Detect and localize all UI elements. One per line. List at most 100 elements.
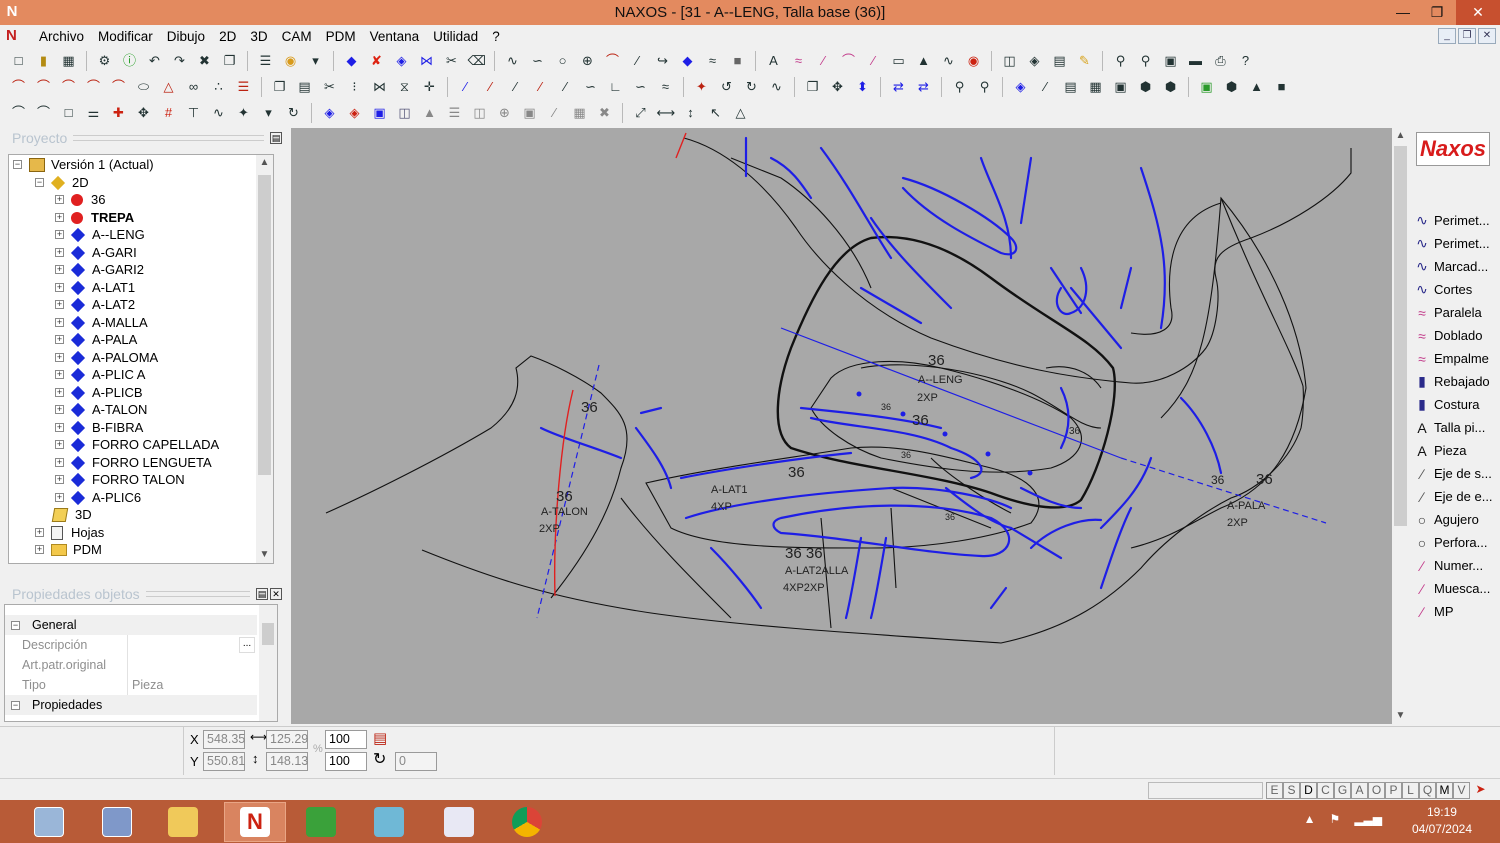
move-piece-icon[interactable]: ◈ <box>393 52 411 70</box>
expand-icon[interactable]: + <box>55 440 64 449</box>
copy-piece-icon[interactable]: ❐ <box>804 78 822 96</box>
collapse-icon[interactable]: − <box>13 160 22 169</box>
save-icon[interactable]: ▦ <box>60 52 78 70</box>
columns-icon[interactable]: ◫ <box>471 104 489 122</box>
taskbar-chrome[interactable] <box>496 802 558 842</box>
expand-icon[interactable]: + <box>55 318 64 327</box>
measure-tri-icon[interactable]: △ <box>732 104 750 122</box>
page-icon[interactable]: □ <box>60 104 78 122</box>
dots-icon[interactable]: ∴ <box>210 78 228 96</box>
scroll-thumb[interactable] <box>1394 146 1407 526</box>
undo-icon[interactable]: ↶ <box>146 52 164 70</box>
move-icon[interactable]: ✥ <box>135 104 153 122</box>
palette-eje-e[interactable]: ∕ Eje de e... <box>1412 485 1498 508</box>
expand-icon[interactable]: + <box>35 528 44 537</box>
palette-perimetro-2[interactable]: ∿ Perimet... <box>1412 232 1498 255</box>
pieces-3-icon[interactable]: ▣ <box>371 104 389 122</box>
target-icon[interactable]: ◉ <box>965 52 983 70</box>
tree-item[interactable]: + FORRO LENGUETA <box>55 454 212 471</box>
tree-item[interactable]: + A-PALA <box>55 331 137 348</box>
triangle-icon[interactable]: △ <box>160 78 178 96</box>
marker-icon[interactable]: ◈ <box>1012 78 1030 96</box>
line-b-icon[interactable]: ∕ <box>482 78 500 96</box>
circle-icon[interactable]: ○ <box>554 52 572 70</box>
menu-archivo[interactable]: Archivo <box>32 29 91 44</box>
signal-icon[interactable]: ▂▃▅ <box>1354 812 1382 826</box>
redo-icon[interactable]: ↷ <box>171 52 189 70</box>
status-flag-a[interactable]: A <box>1351 782 1368 799</box>
document-icon[interactable]: N <box>6 27 24 45</box>
tree-item[interactable]: + TREPA <box>55 209 134 226</box>
image-icon[interactable]: ▣ <box>1198 78 1216 96</box>
measure-angle-icon[interactable]: ↖ <box>707 104 725 122</box>
description-field[interactable] <box>127 635 257 655</box>
scroll-thumb[interactable] <box>258 175 271 475</box>
curve-icon[interactable]: ∽ <box>529 52 547 70</box>
ruler-icon[interactable]: ▬ <box>1187 52 1205 70</box>
edge-1-icon[interactable]: ⌒ <box>10 104 28 122</box>
width-field[interactable]: 125.29 <box>266 730 308 749</box>
status-flag-g[interactable]: G <box>1334 782 1351 799</box>
menu-cam[interactable]: CAM <box>275 29 319 44</box>
draw-arc-2-icon[interactable]: ⌒ <box>35 78 53 96</box>
status-flag-s[interactable]: S <box>1283 782 1300 799</box>
expand-icon[interactable]: + <box>55 405 64 414</box>
zoom-in-icon[interactable]: ⚲ <box>1112 52 1130 70</box>
expand-icon[interactable]: + <box>55 265 64 274</box>
menu-dibujo[interactable]: Dibujo <box>160 29 212 44</box>
dim-2-icon[interactable]: ▣ <box>521 104 539 122</box>
needle-icon[interactable]: ∕ <box>815 52 833 70</box>
crosshair-icon[interactable]: ⊕ <box>579 52 597 70</box>
minimize-icon[interactable]: — <box>1386 0 1420 25</box>
tree-item[interactable]: + A-TALON <box>55 401 147 418</box>
offset-icon[interactable]: ∞ <box>185 78 203 96</box>
tree-node-hojas[interactable]: + Hojas <box>35 524 104 541</box>
height-field[interactable]: 148.13 <box>266 752 308 771</box>
expand-icon[interactable]: + <box>55 248 64 257</box>
palette-talla[interactable]: A Talla pi... <box>1412 416 1498 439</box>
delete-piece-icon[interactable]: ✘ <box>368 52 386 70</box>
refresh-icon[interactable]: ↻ <box>285 104 303 122</box>
tree-item[interactable]: + A-GARI2 <box>55 261 144 278</box>
tree-item[interactable]: + A-GARI <box>55 244 137 261</box>
arrange-1-icon[interactable]: ⇄ <box>890 78 908 96</box>
menu-utilidad[interactable]: Utilidad <box>426 29 485 44</box>
expand-icon[interactable]: + <box>55 230 64 239</box>
help-icon[interactable]: ? <box>1237 52 1255 70</box>
scatter-icon[interactable]: ∿ <box>210 104 228 122</box>
expand-icon[interactable]: + <box>55 195 64 204</box>
layers-icon[interactable]: ☰ <box>257 52 275 70</box>
search-1-icon[interactable]: ⚲ <box>951 78 969 96</box>
line-icon[interactable]: ∕ <box>629 52 647 70</box>
palette-doblado[interactable]: ≈ Doblado <box>1412 324 1498 347</box>
paste-icon[interactable]: ▤ <box>296 78 314 96</box>
taskbar-app-blue[interactable] <box>358 802 420 842</box>
palette-numeracion[interactable]: ∕ Numer... <box>1412 554 1498 577</box>
palette-perforacion[interactable]: ○ Perfora... <box>1412 531 1498 554</box>
tree-item[interactable]: + A-PLIC6 <box>55 489 141 506</box>
printer-icon[interactable]: ⎙ <box>1212 52 1230 70</box>
grid-icon[interactable]: ☰ <box>235 78 253 96</box>
palette-rebajado[interactable]: ▮ Rebajado <box>1412 370 1498 393</box>
status-flag-o[interactable]: O <box>1368 782 1385 799</box>
pin-icon[interactable]: ▤ <box>256 588 268 600</box>
expand-icon[interactable]: + <box>55 370 64 379</box>
expand-icon[interactable]: + <box>55 300 64 309</box>
collapse-icon[interactable]: − <box>35 178 44 187</box>
dropdown-small-icon[interactable]: ▾ <box>260 104 278 122</box>
expand-icon[interactable]: + <box>55 335 64 344</box>
status-flag-c[interactable]: C <box>1317 782 1334 799</box>
zoom-window-icon[interactable]: ▣ <box>1162 52 1180 70</box>
brush-icon[interactable]: ∕ <box>865 52 883 70</box>
draw-arc-1-icon[interactable]: ⌒ <box>10 78 28 96</box>
knife-icon[interactable]: ∕ <box>1037 78 1055 96</box>
taskbar-explorer-window[interactable] <box>86 802 148 842</box>
palette-agujero[interactable]: ○ Agujero <box>1412 508 1498 531</box>
status-flag-e[interactable]: E <box>1266 782 1283 799</box>
tree-item[interactable]: +36 <box>55 191 105 208</box>
mdi-restore-icon[interactable]: ❐ <box>1458 28 1476 44</box>
arrange-2-icon[interactable]: ⇄ <box>915 78 933 96</box>
expand-icon[interactable]: + <box>55 353 64 362</box>
taskbar-naxos[interactable]: N <box>224 802 286 842</box>
menu-ventana[interactable]: Ventana <box>363 29 427 44</box>
